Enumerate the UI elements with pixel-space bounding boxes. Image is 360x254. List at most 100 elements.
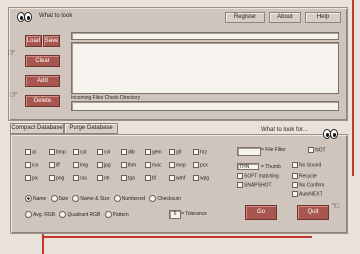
extension-label: rle [104,175,110,182]
extension-label: wmf [176,175,186,182]
extension-checkbox-rle[interactable]: rle [97,175,110,181]
quit-button[interactable]: Quit [297,205,329,220]
extension-label: tif [152,175,156,182]
pointing-hand-icon: ☞ [9,90,18,101]
extension-checkbox-pcx[interactable]: pcx [193,162,208,168]
pointing-hand-icon: ☞ [331,201,340,212]
extension-checkbox-img[interactable]: img [73,162,88,168]
extension-label: tga [128,175,135,182]
extension-label: pcx [200,162,208,169]
extension-label: img [80,162,89,169]
thumb-label: = Thumb [261,164,281,170]
recycle-checkbox[interactable]: Recycle [292,173,317,179]
extension-label: bmp [56,149,66,156]
decor-line-left [42,232,44,254]
extension-checkbox-ras[interactable]: ras [73,175,87,181]
extension-label: gif [176,149,182,156]
no-confirm-checkbox[interactable]: No Confirm [292,182,324,188]
extension-checkbox-lbm[interactable]: lbm [121,162,136,168]
search-options-panel: What to look for... ai bmp cut cvl dib gem gif… [10,127,348,234]
extension-label: cut [80,149,87,156]
soft-matching-checkbox[interactable]: SOFT matching [237,173,279,179]
numbered-radio[interactable]: Numbered [113,195,145,202]
name-and-size-radio[interactable]: Name & Size [72,195,110,202]
go-button[interactable]: Go [245,205,277,220]
extension-checkbox-mop[interactable]: mop [169,162,186,168]
extension-label: png [56,175,65,182]
register-button[interactable]: Register [225,12,265,23]
tolerance-field[interactable]: 5 [169,210,181,219]
no-sound-checkbox[interactable]: No Sound [292,162,321,168]
directory-list[interactable] [71,42,339,94]
extension-checkbox-hrz[interactable]: hrz [193,149,207,155]
avg-rgb-radio[interactable]: Avg. RGB [25,211,55,218]
extension-checkbox-png[interactable]: png [49,175,64,181]
extension-label: wpg [200,175,210,182]
compact-database-button[interactable]: Compact Database [10,123,64,134]
tolerance-label: = Tolerance [181,211,207,217]
pattern-radio[interactable]: Pattern [104,211,129,218]
save-button[interactable]: Save [43,35,60,47]
extension-checkbox-tga[interactable]: tga [121,175,135,181]
extension-checkbox-jpg[interactable]: jpg [97,162,111,168]
extension-label: jpg [104,162,111,169]
recycle-label: Recycle [299,173,317,180]
snapshot-checkbox[interactable]: SNAPSHOT [237,182,272,188]
extension-label: iff [56,162,60,169]
match-mode-row: Name Size Name & Size Numbered Checksum [25,195,181,202]
pointing-hand-icon: ☞ [7,48,16,59]
no-sound-label: No Sound [299,162,322,169]
not-checkbox[interactable]: NOT [308,147,326,153]
extension-checkbox-wpg[interactable]: wpg [193,175,209,181]
extension-checkbox-tif[interactable]: tif [145,175,156,181]
checksum-radio[interactable]: Checksum [149,195,181,202]
directory-path-field[interactable] [71,32,339,40]
extension-checkbox-cvl[interactable]: cvl [97,149,110,155]
extension-label: lbm [128,162,137,169]
extension-label: cvl [104,149,111,156]
purge-database-button[interactable]: Purge Database [64,123,118,134]
thumb-field[interactable]: THN [237,163,259,170]
extension-checkbox-ai[interactable]: ai [25,149,36,155]
match-mode-row-2: Avg. RGB Quadrant RGB Pattern [25,211,129,218]
delete-button[interactable]: Delete [25,95,60,107]
incoming-directory-field[interactable] [71,101,339,111]
extension-checkbox-dib[interactable]: dib [121,149,135,155]
extension-checkbox-cut[interactable]: cut [73,149,87,155]
about-button[interactable]: About [269,12,301,23]
extension-label: ras [80,175,87,182]
extension-label: pic [32,175,39,182]
eyes-icon [17,12,33,22]
extension-checkbox-bmp[interactable]: bmp [49,149,66,155]
extension-checkbox-pic[interactable]: pic [25,175,38,181]
extension-checkbox-ico[interactable]: ico [25,162,38,168]
extension-label: ai [32,149,36,156]
extension-label: mac [152,162,162,169]
soft-matching-label: SOFT matching [244,173,279,180]
extension-checkbox-gem[interactable]: gem [145,149,162,155]
autonext-checkbox[interactable]: AutoNEXT [292,191,323,197]
extension-label: mop [176,162,186,169]
extension-checkbox-wmf[interactable]: wmf [169,175,185,181]
extension-checkbox-gif[interactable]: gif [169,149,181,155]
load-button[interactable]: Load [25,35,42,47]
add-button[interactable]: Add [25,75,60,87]
decor-line-bottom [42,236,312,238]
what-to-look-label: What to look [39,13,73,19]
extension-checkbox-iff[interactable]: iff [49,162,60,168]
file-filter-field[interactable] [237,147,261,156]
quadrant-rgb-radio[interactable]: Quadrant RGB [59,211,100,218]
clear-button[interactable]: Clear [25,55,60,67]
top-panel: What to look Register About Help Load Sa… [7,7,348,121]
eyes-icon [323,129,339,139]
size-radio[interactable]: Size [50,195,68,202]
help-button[interactable]: Help [305,12,341,23]
tolerance-value: 5 [173,211,177,217]
decor-line-right [352,0,354,176]
name-radio[interactable]: Name [25,195,46,202]
extension-checkbox-mac[interactable]: mac [145,162,161,168]
what-to-look-for-label: What to look for... [261,127,308,133]
not-label: NOT [315,147,326,154]
snapshot-label: SNAPSHOT [244,182,272,189]
extension-label: dib [128,149,135,156]
